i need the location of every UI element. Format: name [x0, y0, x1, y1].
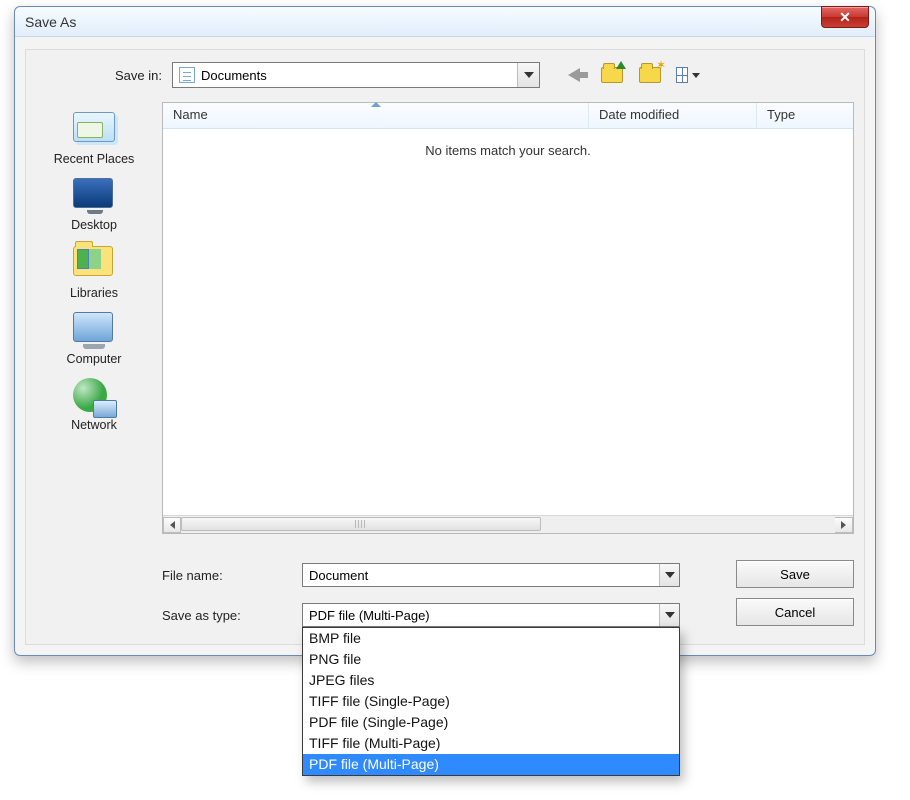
type-option[interactable]: TIFF file (Single-Page): [303, 691, 679, 712]
scroll-left-button[interactable]: [163, 517, 181, 533]
arrow-left-icon: [568, 68, 580, 82]
save-as-dialog: Save As ✕ Save in: Documents: [14, 6, 876, 656]
triangle-right-icon: [841, 521, 846, 529]
save-in-dropdown-arrow[interactable]: [517, 63, 539, 87]
column-name-label: Name: [173, 107, 208, 122]
cancel-button[interactable]: Cancel: [736, 598, 854, 626]
save-button[interactable]: Save: [736, 560, 854, 588]
chevron-down-icon: [524, 72, 534, 78]
dialog-body: Save in: Documents Recent Places: [25, 49, 865, 645]
place-label: Libraries: [34, 286, 154, 300]
back-button[interactable]: [562, 64, 586, 86]
save-as-type-dropdown-arrow[interactable]: [659, 604, 679, 626]
file-name-dropdown-arrow[interactable]: [659, 564, 679, 586]
recent-places-icon: [73, 112, 115, 142]
place-label: Recent Places: [34, 152, 154, 166]
save-in-label: Save in:: [82, 68, 162, 83]
network-icon: [73, 378, 107, 412]
nav-toolbar: [562, 64, 700, 86]
place-label: Network: [34, 418, 154, 432]
views-button[interactable]: [676, 64, 700, 86]
close-icon: ✕: [839, 9, 851, 26]
views-icon: [676, 67, 688, 83]
type-option[interactable]: BMP file: [303, 628, 679, 649]
save-as-type-dropdown[interactable]: BMP filePNG fileJPEG filesTIFF file (Sin…: [302, 627, 680, 776]
bottom-panel: File name: Document Save as type: PDF fi…: [162, 550, 854, 630]
column-headers: Name Date modified Type: [163, 103, 853, 129]
libraries-icon: [73, 246, 113, 276]
type-option[interactable]: JPEG files: [303, 670, 679, 691]
place-computer[interactable]: Computer: [34, 306, 154, 368]
empty-state-message: No items match your search.: [163, 143, 853, 158]
type-option[interactable]: PDF file (Single-Page): [303, 712, 679, 733]
documents-icon: [179, 67, 195, 83]
file-list[interactable]: Name Date modified Type No items match y…: [162, 102, 854, 534]
up-one-level-button[interactable]: [600, 64, 624, 86]
scroll-track[interactable]: [181, 517, 835, 533]
column-type[interactable]: Type: [757, 103, 853, 128]
chevron-down-icon: [665, 572, 675, 578]
horizontal-scrollbar[interactable]: [163, 515, 853, 533]
place-network[interactable]: Network: [34, 372, 154, 434]
folder-up-icon: [601, 67, 623, 83]
type-option[interactable]: PDF file (Multi-Page): [303, 754, 679, 775]
column-name[interactable]: Name: [163, 103, 589, 128]
place-label: Desktop: [34, 218, 154, 232]
window-title: Save As: [25, 14, 76, 30]
chevron-down-icon: [665, 612, 675, 618]
titlebar[interactable]: Save As ✕: [15, 7, 875, 37]
new-folder-button[interactable]: [638, 64, 662, 86]
type-option[interactable]: TIFF file (Multi-Page): [303, 733, 679, 754]
place-libraries[interactable]: Libraries: [34, 238, 154, 302]
file-name-value: Document: [309, 568, 368, 583]
scroll-thumb[interactable]: [181, 517, 541, 531]
places-bar: Recent Places Desktop Libraries Computer…: [34, 104, 154, 434]
place-recent[interactable]: Recent Places: [34, 104, 154, 168]
place-desktop[interactable]: Desktop: [34, 172, 154, 234]
triangle-left-icon: [170, 521, 175, 529]
sort-ascending-icon: [371, 102, 381, 107]
save-in-row: Save in: Documents: [82, 62, 854, 88]
place-label: Computer: [34, 352, 154, 366]
scroll-right-button[interactable]: [835, 517, 853, 533]
file-name-input[interactable]: Document: [302, 563, 680, 587]
save-as-type-value: PDF file (Multi-Page): [309, 608, 430, 623]
folder-new-icon: [639, 67, 661, 83]
save-as-type-combo[interactable]: PDF file (Multi-Page): [302, 603, 680, 627]
close-button[interactable]: ✕: [821, 6, 869, 28]
save-as-type-label: Save as type:: [162, 608, 302, 623]
column-date-modified[interactable]: Date modified: [589, 103, 757, 128]
save-in-value: Documents: [201, 68, 267, 83]
chevron-down-icon: [692, 73, 700, 78]
computer-icon: [73, 312, 113, 342]
desktop-icon: [73, 178, 113, 208]
save-in-combo[interactable]: Documents: [172, 62, 540, 88]
type-option[interactable]: PNG file: [303, 649, 679, 670]
file-name-label: File name:: [162, 568, 302, 583]
